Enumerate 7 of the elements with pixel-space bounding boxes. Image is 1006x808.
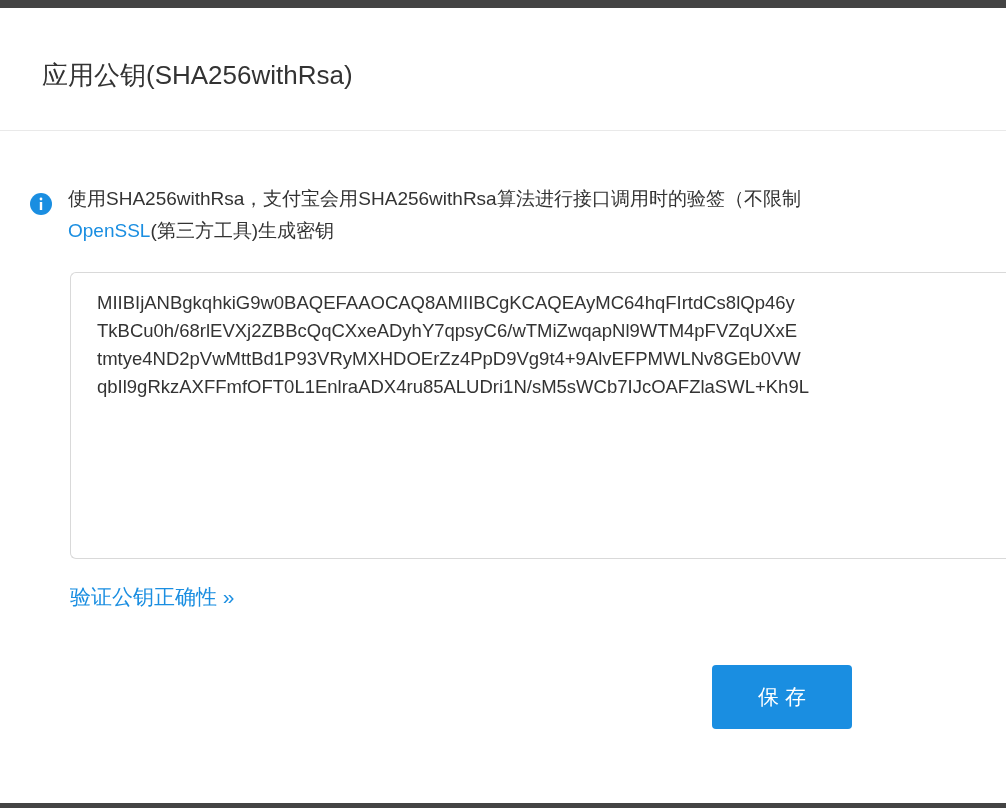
info-icon: [30, 193, 52, 215]
public-key-field[interactable]: MIIBIjANBgkqhkiG9w0BAQEFAAOCAQ8AMIIBCgKCAQEAyMC64hqFIrtdCs8lQp46y TkBCu0h/68rlEVXj2ZBBcQqCXxeADyhY7qpsyC6/wTMiZwqapNl9WTM4pFVZqUXxE tmtye4ND2pVwMttBd1P93VRyMXHDOErZz4PpD9Vg9t4+9AlvEFPMWLNv8GEb0VW qbIl9gRkzAXFFmfOFT0L1EnlraADX4ru85ALUDri1N/sM5sWCb7IJcOAFZlaSWL+Kh9L: [70, 272, 1006, 559]
notice-text: 使用SHA256withRsa，支付宝会用SHA256withRsa算法进行接口调用时的验签（不限制 OpenSSL(第三方工具)生成密钥: [68, 187, 801, 243]
save-button[interactable]: 保 存: [712, 664, 852, 729]
openssl-link[interactable]: OpenSSL: [68, 220, 151, 241]
verify-key-link[interactable]: 验证公钥正确性 »: [70, 581, 235, 613]
dialog-title: 应用公钥(SHA256withRsa): [42, 60, 354, 92]
